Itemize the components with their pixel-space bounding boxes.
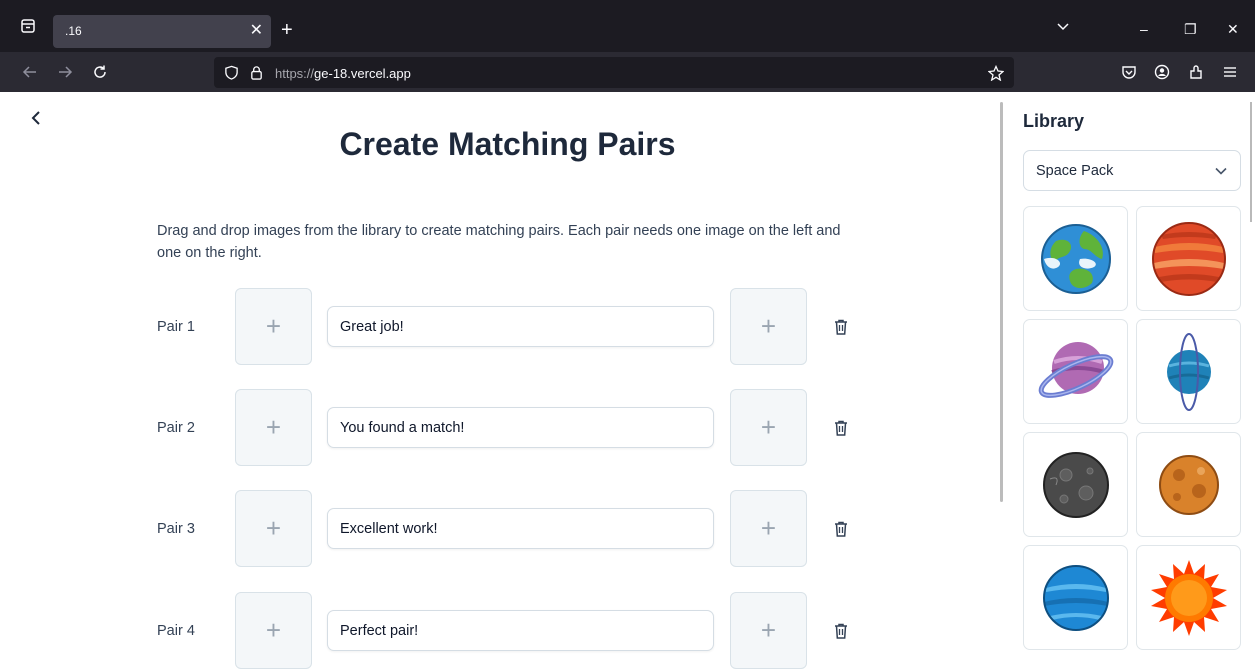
plus-icon: + (760, 615, 777, 645)
delete-pair-trash-icon[interactable] (832, 622, 850, 640)
url-text[interactable]: https://ge-18.vercel.app (275, 66, 411, 81)
new-tab-icon[interactable]: + (281, 20, 293, 40)
extensions-icon[interactable] (1188, 64, 1204, 80)
pocket-icon[interactable] (1121, 64, 1137, 80)
pair-row: Pair 1 + + (0, 288, 1000, 366)
blue-striped-planet-image (1043, 565, 1109, 631)
tab-overflow-chevron-icon[interactable] (1056, 20, 1070, 34)
plus-icon: + (265, 615, 282, 645)
restore-icon[interactable]: ❐ (1184, 22, 1197, 36)
earth-planet-image (1041, 224, 1111, 294)
url-host: ge-18.vercel.app (314, 66, 411, 81)
library-sidebar: Library Space Pack (1005, 92, 1255, 663)
pair-message-input[interactable] (327, 306, 714, 347)
left-image-drop-slot[interactable]: + (235, 389, 312, 466)
library-item-blue-striped-planet[interactable] (1023, 545, 1128, 650)
pair-label: Pair 4 (157, 623, 195, 639)
browser-nav-bar: https://ge-18.vercel.app (0, 52, 1255, 92)
library-item-red-gas-giant[interactable] (1136, 206, 1241, 311)
plus-icon: + (265, 311, 282, 341)
sidebar-scrollbar[interactable] (1250, 102, 1252, 222)
left-image-drop-slot[interactable]: + (235, 490, 312, 567)
right-image-drop-slot[interactable]: + (730, 288, 807, 365)
pair-row: Pair 3 + + (0, 490, 1000, 568)
tab-title: .16 (65, 24, 82, 38)
library-item-sun[interactable] (1136, 545, 1241, 650)
page-title: Create Matching Pairs (339, 126, 676, 162)
main-scrollbar[interactable] (1000, 102, 1003, 502)
orange-cratered-planet-image (1159, 455, 1219, 515)
account-icon[interactable] (1154, 64, 1170, 80)
instructions-text: Drag and drop images from the library to… (157, 223, 841, 261)
right-image-drop-slot[interactable]: + (730, 490, 807, 567)
page-content: Create Matching Pairs Drag and drop imag… (0, 92, 1255, 669)
pair-message-input[interactable] (327, 610, 714, 651)
bookmark-star-icon[interactable] (988, 65, 1004, 81)
pair-message-input[interactable] (327, 508, 714, 549)
plus-icon: + (265, 412, 282, 442)
right-image-drop-slot[interactable]: + (730, 389, 807, 466)
browser-tab-bar: .16 ✕ + – ❐ ✕ (0, 0, 1255, 52)
plus-icon: + (760, 513, 777, 543)
back-arrow-icon[interactable] (22, 64, 38, 80)
browser-tab[interactable]: .16 ✕ (53, 15, 271, 48)
reload-icon[interactable] (92, 64, 108, 80)
sun-image (1151, 560, 1227, 636)
minimize-icon[interactable]: – (1140, 22, 1148, 36)
window-close-icon[interactable]: ✕ (1227, 22, 1239, 36)
tab-list-icon[interactable] (20, 18, 36, 34)
pair-message-input[interactable] (327, 407, 714, 448)
plus-icon: + (760, 412, 777, 442)
chevron-down-icon (1215, 167, 1227, 175)
pair-row: Pair 2 + + (0, 389, 1000, 467)
red-gas-giant-image (1152, 222, 1226, 296)
library-title: Library (1023, 111, 1085, 131)
url-bar[interactable]: https://ge-18.vercel.app (214, 57, 1014, 88)
library-item-earth[interactable] (1023, 206, 1128, 311)
library-item-grey-cratered-planet[interactable] (1023, 432, 1128, 537)
delete-pair-trash-icon[interactable] (832, 419, 850, 437)
menu-icon[interactable] (1222, 64, 1238, 80)
lock-icon[interactable] (249, 65, 264, 80)
library-item-purple-ringed-planet[interactable] (1023, 319, 1128, 424)
plus-icon: + (265, 513, 282, 543)
pair-label: Pair 1 (157, 319, 195, 335)
grey-cratered-planet-image (1043, 452, 1109, 518)
purple-ringed-planet-image (1038, 342, 1114, 398)
library-item-orange-cratered-planet[interactable] (1136, 432, 1241, 537)
pack-select[interactable]: Space Pack (1023, 150, 1241, 191)
right-image-drop-slot[interactable]: + (730, 592, 807, 669)
pack-select-value: Space Pack (1036, 163, 1114, 179)
delete-pair-trash-icon[interactable] (832, 520, 850, 538)
shield-icon[interactable] (224, 65, 239, 80)
pair-label: Pair 2 (157, 420, 195, 436)
left-image-drop-slot[interactable]: + (235, 288, 312, 365)
pair-label: Pair 3 (157, 521, 195, 537)
forward-arrow-icon[interactable] (57, 64, 73, 80)
url-scheme: https:// (275, 66, 315, 81)
blue-ringed-planet-image (1167, 333, 1211, 411)
tab-close-icon[interactable]: ✕ (250, 22, 263, 40)
library-item-blue-ringed-planet[interactable] (1136, 319, 1241, 424)
left-image-drop-slot[interactable]: + (235, 592, 312, 669)
back-chevron-icon[interactable] (28, 110, 44, 126)
plus-icon: + (760, 311, 777, 341)
delete-pair-trash-icon[interactable] (832, 318, 850, 336)
pair-row: Pair 4 + + (0, 592, 1000, 670)
